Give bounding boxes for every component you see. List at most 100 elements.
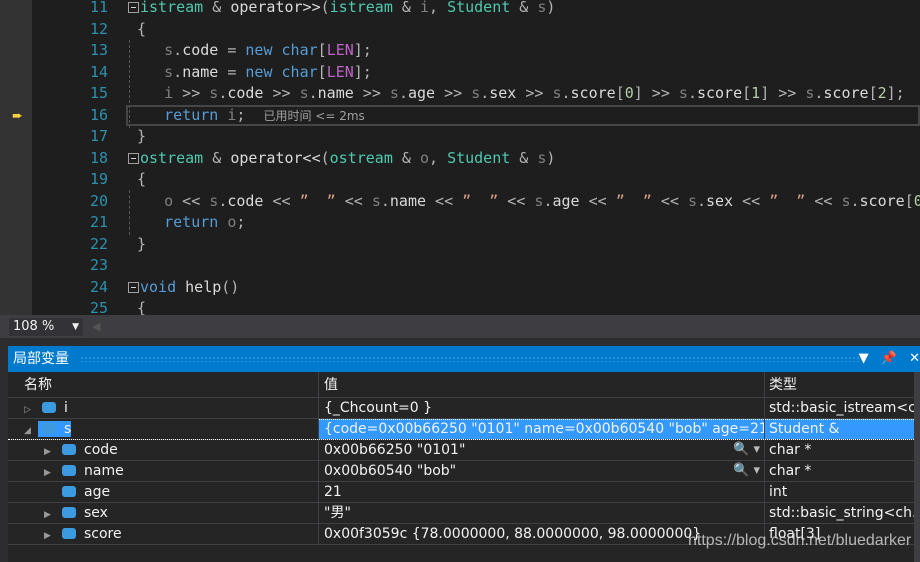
code-token: ): [546, 0, 556, 16]
type-cell: std::basic_istream<c...: [764, 398, 914, 418]
line-number: 20: [89, 191, 108, 210]
code-line[interactable]: 22 }: [32, 234, 920, 256]
line-number: 25: [89, 299, 108, 315]
code-token: sex: [706, 191, 734, 210]
line-code: ostream & operator<<(ostream & o, Studen…: [128, 148, 555, 170]
line-number: 24: [89, 277, 108, 296]
code-token: code: [182, 41, 219, 59]
type-cell: Student &: [764, 419, 914, 439]
code-token: ];: [886, 84, 905, 102]
code-token: .: [480, 84, 490, 102]
collapse-icon[interactable]: [128, 2, 139, 13]
collapse-icon[interactable]: [128, 281, 139, 293]
code-token: &: [203, 0, 231, 16]
code-token: s: [687, 191, 697, 210]
variable-name: s: [64, 421, 72, 437]
value-cell[interactable]: 21: [318, 482, 764, 502]
drag-grip[interactable]: [80, 356, 860, 362]
code-token: 2: [877, 84, 887, 102]
code-line[interactable]: 20 o << s.code << ” ” << s.name << ” ” <…: [32, 191, 920, 213]
name-cell: ▶ name: [8, 461, 318, 481]
line-code: }: [128, 126, 146, 148]
expand-arrow-icon[interactable]: ◢: [24, 421, 38, 439]
variable-name: code: [84, 442, 118, 458]
vertical-scrollbar[interactable]: [914, 372, 920, 562]
code-token: .: [308, 84, 318, 102]
code-token: .: [173, 62, 183, 81]
code-token: {: [128, 299, 147, 315]
value-cell[interactable]: {code=0x00b66250 "0101" name=0x00b60540 …: [318, 419, 764, 439]
value-cell[interactable]: 0x00b66250 "0101" 🔍 ▾: [318, 440, 764, 460]
indicator-margin[interactable]: [0, 0, 32, 315]
variable-row-age[interactable]: age 21 int: [8, 482, 920, 503]
variable-value: 0x00f3059c {78.0000000, 88.0000000, 98.0…: [324, 526, 702, 542]
value-cell[interactable]: "男": [318, 503, 764, 523]
close-icon[interactable]: ✕: [909, 351, 920, 366]
code-token: >>: [516, 84, 553, 102]
code-token: <<: [263, 191, 300, 210]
code-token: LEN: [326, 41, 354, 59]
value-cell[interactable]: {_Chcount=0 }: [318, 398, 764, 418]
code-line[interactable]: 17 }: [32, 126, 920, 148]
line-code: i >> s.code >> s.name >> s.age >> s.sex …: [128, 83, 905, 105]
column-type[interactable]: 类型: [764, 372, 914, 397]
code-line[interactable]: 21 return o;: [32, 212, 920, 234]
expand-arrow-icon[interactable]: ▶: [44, 442, 58, 460]
locals-title-bar[interactable]: 局部变量 ▼ 📌 ✕: [8, 346, 920, 372]
code-token: .: [398, 84, 408, 102]
code-line[interactable]: 15 i >> s.code >> s.name >> s.age >> s.s…: [32, 83, 920, 105]
code-token: .: [173, 41, 183, 59]
code-line[interactable]: 13 s.code = new char[LEN];: [32, 40, 920, 62]
column-value[interactable]: 值: [318, 372, 764, 397]
line-number: 15: [89, 84, 108, 102]
value-cell[interactable]: 0x00b60540 "bob" 🔍 ▾: [318, 461, 764, 481]
code-line[interactable]: 19 {: [32, 169, 920, 191]
zoom-dropdown[interactable]: 108 % ▼: [8, 317, 84, 337]
name-cell: ▶ code: [8, 440, 318, 460]
text-visualizer-icon[interactable]: 🔍 ▾: [733, 461, 760, 481]
pin-icon[interactable]: 📌: [881, 351, 897, 366]
variable-row-sex[interactable]: ▶ sex "男" std::basic_string<ch...: [8, 503, 920, 524]
expand-arrow-icon[interactable]: ▶: [44, 463, 58, 481]
variable-object-icon: [62, 528, 76, 539]
variable-row-name[interactable]: ▶ name 0x00b60540 "bob" 🔍 ▾ char *: [8, 461, 920, 482]
name-label: code: [58, 442, 118, 458]
variable-value: 0x00b60540 "bob": [324, 463, 457, 479]
code-token: &: [510, 0, 538, 16]
panel-title: 局部变量: [13, 351, 69, 367]
window-menu-icon[interactable]: ▼: [859, 351, 869, 366]
variable-row-s[interactable]: ◢ s {code=0x00b66250 "0101" name=0x00b6054…: [8, 419, 920, 440]
code-line[interactable]: 18 ostream & operator<<(ostream & o, Stud…: [32, 148, 920, 170]
expand-arrow-icon[interactable]: ▶: [44, 505, 58, 523]
collapse-icon[interactable]: [128, 152, 139, 164]
code-line[interactable]: 16 return i; 已用时间 <= 2ms: [32, 105, 920, 127]
line-number: 21: [89, 213, 108, 231]
code-line[interactable]: 25 {: [32, 298, 920, 315]
variable-row-i[interactable]: ▷ i {_Chcount=0 } std::basic_istream<c...: [8, 398, 920, 419]
code-editor[interactable]: ➨ 11 istream & operator>>(istream & i, St…: [0, 0, 920, 315]
variable-row-code[interactable]: ▶ code 0x00b66250 "0101" 🔍 ▾ char *: [8, 440, 920, 461]
current-statement-arrow-icon: ➨: [12, 109, 23, 124]
code-token: char: [281, 62, 318, 81]
code-token: (: [320, 148, 330, 167]
code-line[interactable]: 14 s.name = new char[LEN];: [32, 62, 920, 84]
type-cell: std::basic_string<ch...: [764, 503, 914, 523]
code-line[interactable]: 11 istream & operator>>(istream & i, Stud…: [32, 0, 920, 19]
column-name[interactable]: 名称: [8, 372, 318, 397]
expand-arrow-icon[interactable]: ▶: [44, 526, 58, 544]
scroll-left-icon[interactable]: ◀: [92, 320, 100, 333]
code-token: i: [419, 0, 429, 16]
code-token: void: [140, 277, 177, 296]
code-line[interactable]: 12 {: [32, 19, 920, 41]
name-cell: ▶ score: [8, 524, 318, 544]
name-label: age: [58, 484, 110, 500]
name-label: score: [58, 526, 122, 542]
chevron-down-icon: ▼: [72, 322, 79, 332]
code-line[interactable]: 24 void help(): [32, 277, 920, 299]
variable-object-icon: [62, 507, 76, 518]
text-visualizer-icon[interactable]: 🔍 ▾: [733, 440, 760, 460]
name-label: name: [58, 463, 124, 479]
expand-arrow-icon[interactable]: ▷: [24, 400, 38, 418]
code-token: name: [317, 84, 354, 102]
code-line[interactable]: 23: [32, 255, 920, 277]
